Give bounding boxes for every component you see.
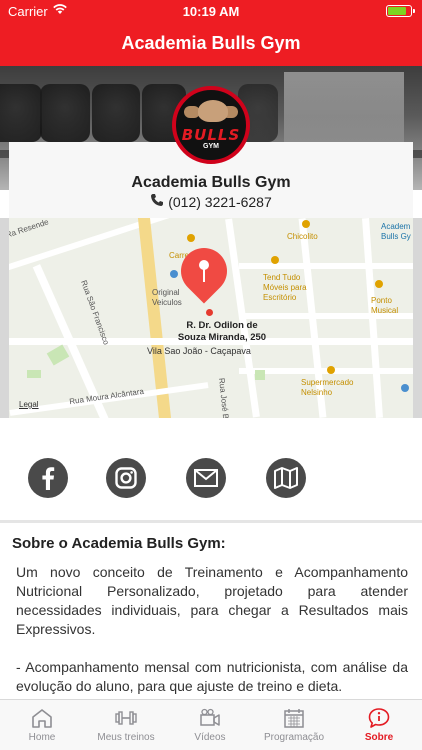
- gym-name: Academia Bulls Gym: [131, 174, 291, 191]
- map-poi-marker: [271, 256, 279, 264]
- phone-icon: [151, 194, 164, 206]
- calendar-icon: [284, 709, 304, 728]
- tab-label: Sobre: [364, 732, 394, 743]
- dumbbell-icon: [115, 711, 137, 725]
- map-neighborhood: Vila Sao João - Caçapava: [147, 346, 251, 356]
- map-legal-link[interactable]: Legal: [19, 400, 39, 409]
- home-icon: [32, 709, 52, 728]
- map-label: Chicolito: [287, 232, 318, 241]
- map-label: Escritório: [263, 293, 297, 302]
- logo-word: BULLS: [181, 126, 241, 144]
- map-poi-marker: [375, 280, 383, 288]
- status-bar: Carrier 10:19 AM: [0, 0, 422, 22]
- tab-label: Programação: [263, 732, 325, 743]
- about-text: Um novo conceito de Treinamento e Acompa…: [16, 563, 408, 699]
- map-button[interactable]: [266, 458, 306, 498]
- gym-logo: BULLS GYM: [172, 86, 250, 164]
- phone-row[interactable]: (012) 3221-6287: [9, 193, 413, 210]
- map-label: Ponto: [371, 296, 392, 305]
- status-time: 10:19 AM: [182, 4, 240, 19]
- email-button[interactable]: [186, 458, 226, 498]
- facebook-button[interactable]: [28, 458, 68, 498]
- map-section: Ra Resende Carre Original Veiculos Rua S…: [0, 218, 422, 418]
- video-icon: [200, 708, 220, 726]
- tab-videos[interactable]: Vídeos: [168, 700, 252, 750]
- map-label: Ra Resende: [9, 218, 50, 240]
- social-row: [0, 418, 422, 520]
- facebook-icon: [42, 467, 55, 490]
- map-label: Original: [152, 288, 180, 297]
- map-poi-marker: [401, 384, 409, 392]
- tab-home[interactable]: Home: [0, 700, 84, 750]
- location-map[interactable]: Ra Resende Carre Original Veiculos Rua S…: [9, 218, 413, 418]
- instagram-icon: [115, 467, 137, 489]
- tab-label: Home: [28, 732, 56, 743]
- page-title: Academia Bulls Gym: [121, 33, 301, 53]
- instagram-button[interactable]: [106, 458, 146, 498]
- about-paragraph: - Acompanhamento mensal com nutricionist…: [16, 659, 408, 694]
- map-label: Academ: [381, 222, 411, 231]
- map-poi-marker: [187, 234, 195, 242]
- tab-bar: Home Meus treinos Vídeos Programação Sob…: [0, 699, 422, 750]
- battery-icon: [386, 5, 415, 17]
- map-label: Rua Moura Alcântara: [68, 386, 145, 407]
- map-poi-marker: [302, 220, 310, 228]
- location-dot: [206, 309, 213, 316]
- info-icon: [368, 708, 390, 728]
- about-title: Sobre o Academia Bulls Gym:: [12, 535, 226, 552]
- about-paragraph: Um novo conceito de Treinamento e Acompa…: [16, 564, 408, 637]
- mail-icon: [194, 469, 218, 487]
- map-poi-marker: [327, 366, 335, 374]
- map-label: Nelsinho: [301, 388, 333, 397]
- map-address: R. Dr. Odilon de Souza Miranda, 250: [157, 320, 287, 344]
- address-line: R. Dr. Odilon de: [186, 320, 258, 331]
- map-label: Musical: [371, 306, 399, 315]
- tab-label: Vídeos: [194, 732, 226, 743]
- map-label: Rua José B: [217, 377, 231, 418]
- map-label: Veiculos: [152, 298, 182, 307]
- map-label: Rua São Francisco: [79, 278, 111, 347]
- phone-number: (012) 3221-6287: [168, 194, 272, 210]
- map-label: Supermercado: [301, 378, 354, 387]
- about-section: Sobre o Academia Bulls Gym: Um novo conc…: [0, 523, 422, 699]
- tab-label: Meus treinos: [97, 732, 155, 743]
- tab-sobre[interactable]: Sobre: [336, 700, 422, 750]
- map-poi-marker: [170, 270, 178, 278]
- map-label: Móveis para: [263, 283, 307, 292]
- logo-sub: GYM: [203, 143, 219, 150]
- map-label: Bulls Gy: [381, 232, 411, 241]
- map-icon: [274, 467, 298, 489]
- top-bar: Carrier 10:19 AM Academia Bulls Gym: [0, 0, 422, 66]
- map-label: Tend Tudo: [263, 273, 301, 282]
- address-line: Souza Miranda, 250: [177, 332, 267, 343]
- tab-programacao[interactable]: Programação: [252, 700, 336, 750]
- tab-meus-treinos[interactable]: Meus treinos: [84, 700, 168, 750]
